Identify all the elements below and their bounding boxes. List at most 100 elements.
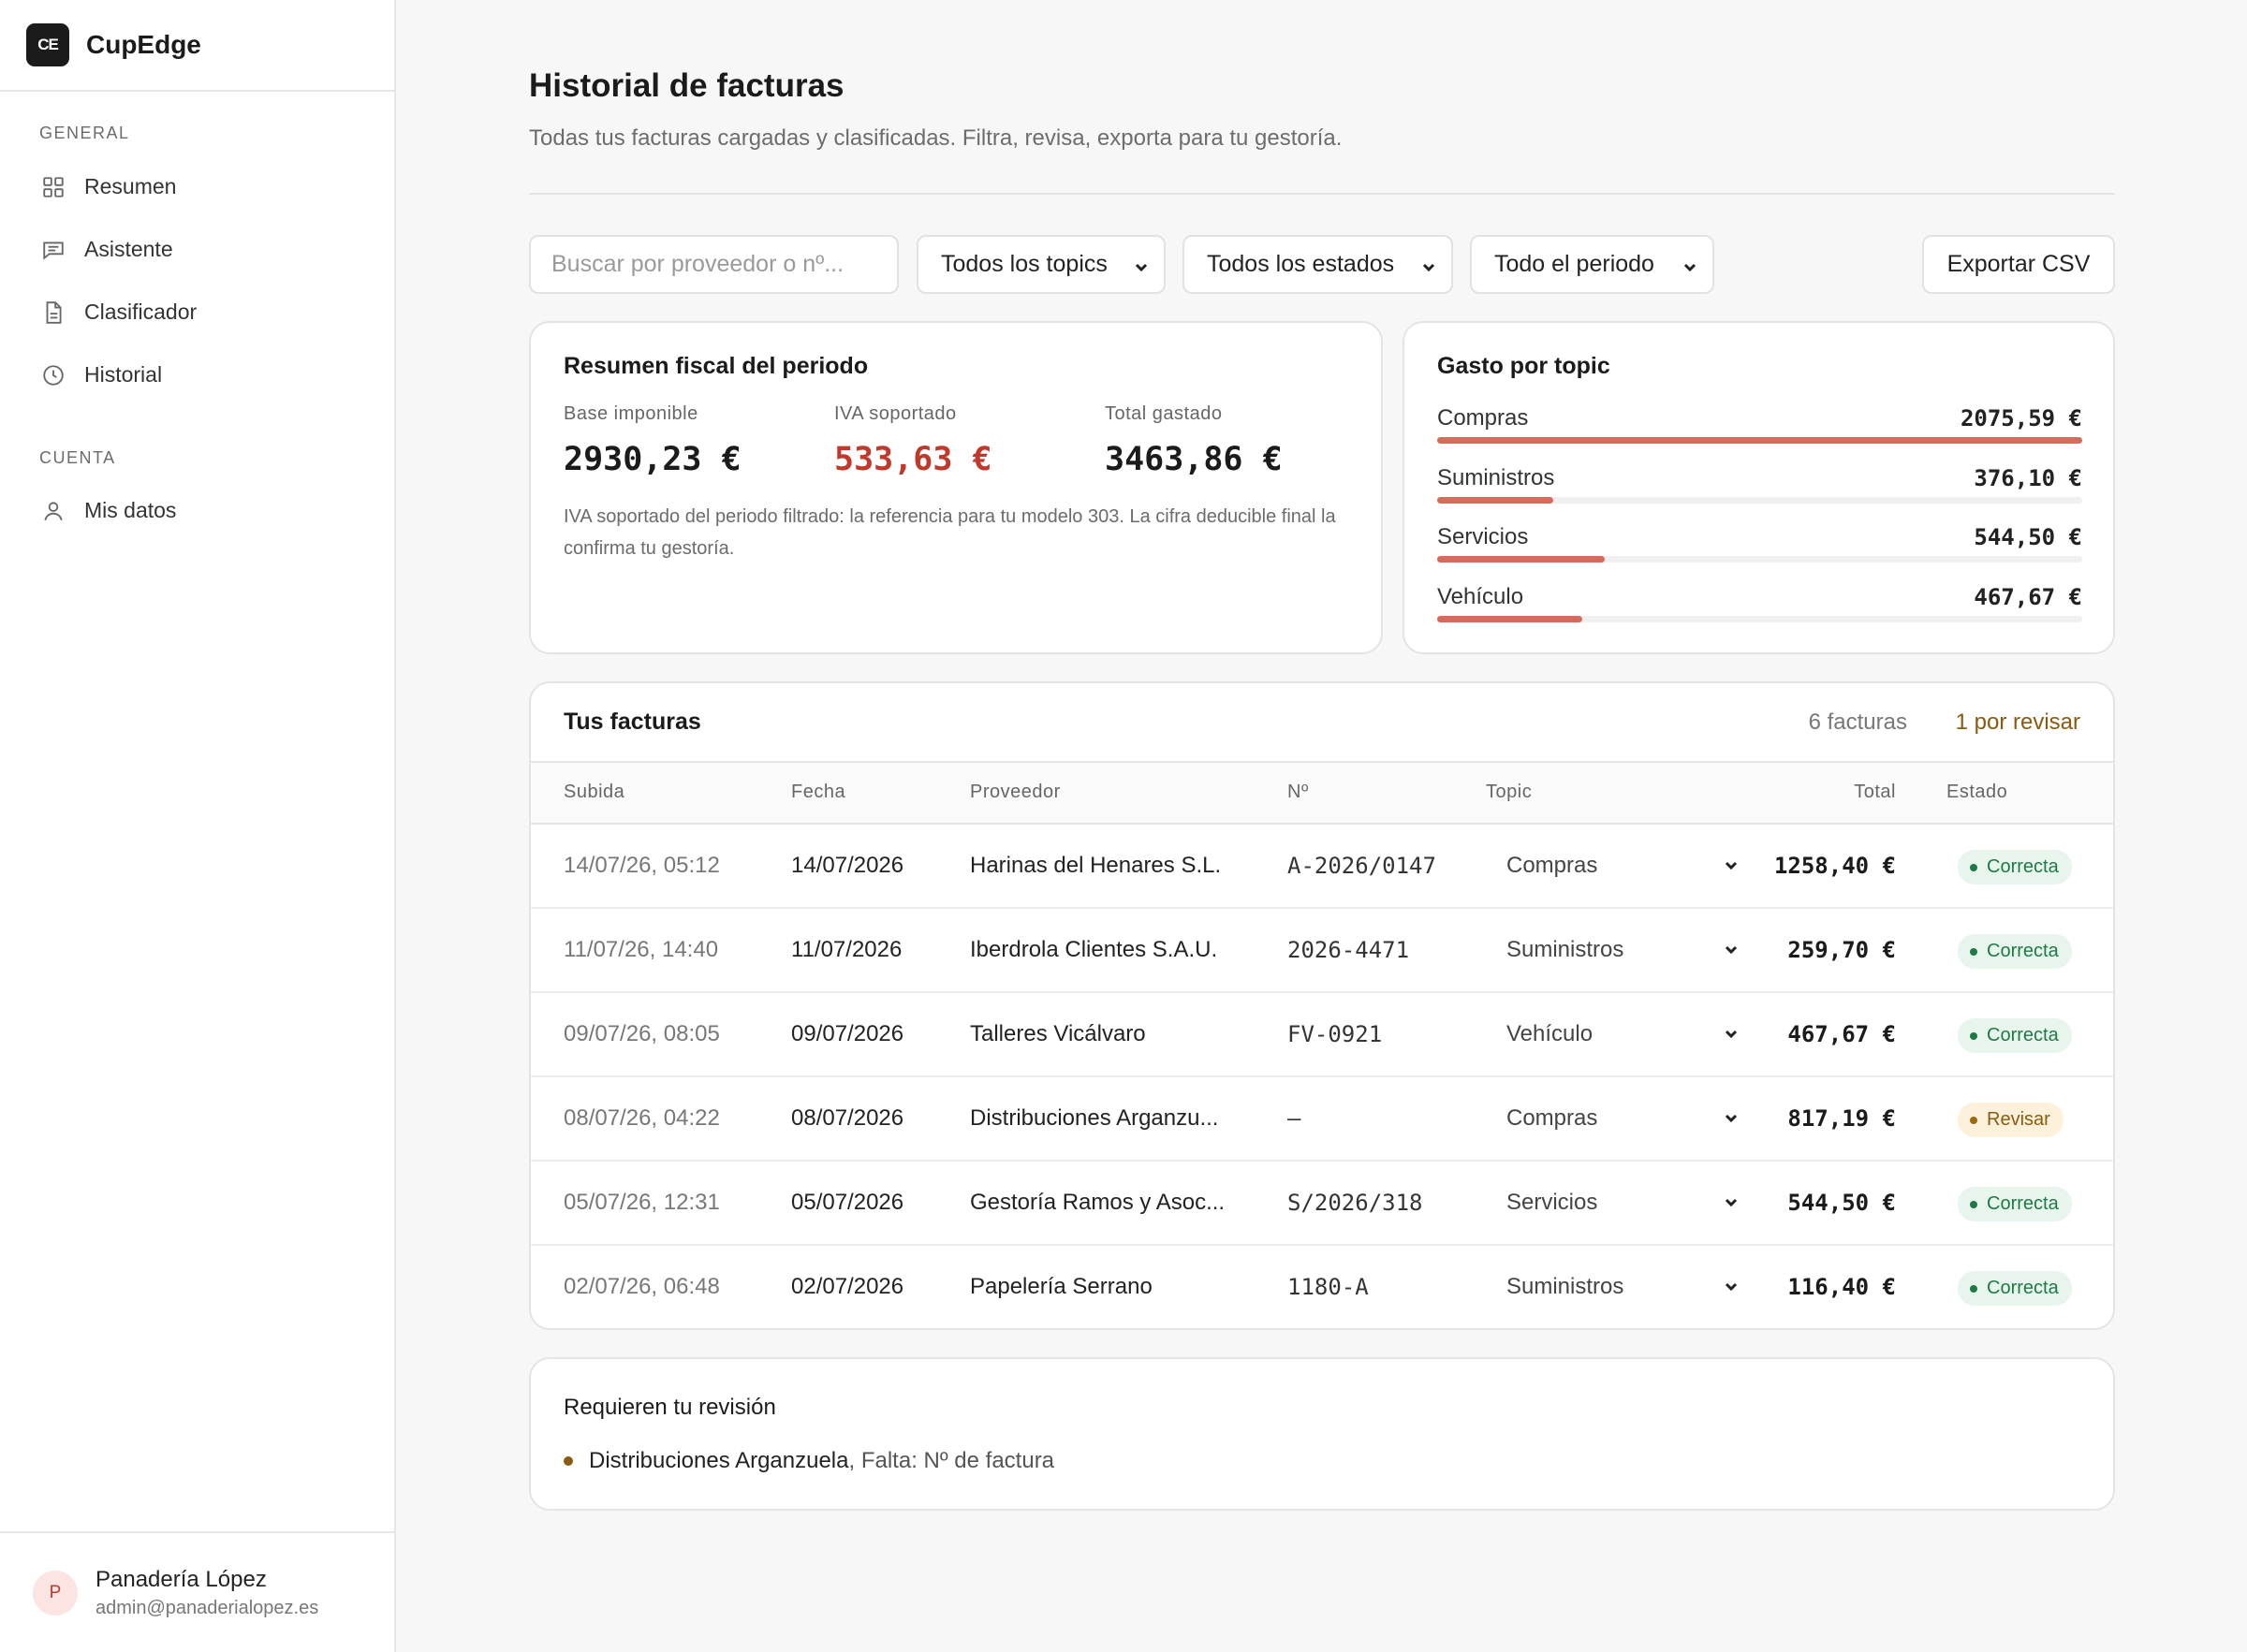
sidebar-item-label: Asistente	[84, 237, 173, 261]
topic-filter-value: Todos los topics	[941, 251, 1108, 277]
column-header-topic[interactable]: Topic	[1486, 782, 1532, 803]
chevron-down-icon	[1681, 256, 1699, 283]
table-row[interactable]: 08/07/26, 04:22 08/07/2026 Distribuciones …	[531, 1077, 2113, 1162]
topic-bar-fill	[1437, 556, 1606, 563]
column-header-subida[interactable]: Subida	[564, 782, 624, 803]
topic-select-value: Servicios	[1506, 1190, 1598, 1215]
page-title: Historial de facturas	[529, 67, 844, 104]
topic-select[interactable]: Vehículo	[1506, 1021, 1740, 1047]
table-row[interactable]: 11/07/26, 14:40 11/07/2026 Iberdrola Clien…	[531, 909, 2113, 993]
topic-bar-track	[1437, 616, 2082, 622]
cell-uploaded: 02/07/26, 06:48	[564, 1274, 720, 1299]
chevron-down-icon	[1722, 1023, 1740, 1049]
period-filter-select[interactable]: Todo el periodo	[1470, 235, 1714, 294]
cell-invoice-number: 1180-A	[1287, 1274, 1369, 1300]
topic-select[interactable]: Servicios	[1506, 1190, 1740, 1216]
sidebar-item-asistente[interactable]: Asistente	[0, 218, 394, 281]
cell-uploaded: 09/07/26, 08:05	[564, 1021, 720, 1046]
sidebar-item-clasificador[interactable]: Clasificador	[0, 281, 394, 344]
column-header-proveedor[interactable]: Proveedor	[970, 782, 1061, 803]
column-header-fecha[interactable]: Fecha	[791, 782, 845, 803]
topic-select[interactable]: Compras	[1506, 1105, 1740, 1132]
status-label: Correcta	[1987, 941, 2059, 961]
spend-by-topic-card: Gasto por topic Compras 2075,59 € Sumini…	[1403, 321, 2115, 654]
table-header: Subida Fecha Proveedor Nº Topic Total Es…	[531, 763, 2113, 825]
review-list-item[interactable]: Distribuciones Arganzuela , Falta: Nº de…	[564, 1448, 1054, 1474]
invoices-table-card: Tus facturas 6 facturas 1 por revisar Su…	[529, 681, 2115, 1330]
cell-total: 467,67 €	[1787, 1021, 1896, 1047]
review-supplier: Distribuciones Arganzuela	[589, 1448, 849, 1473]
topic-value: 467,67 €	[1974, 584, 2082, 610]
state-filter-select[interactable]: Todos los estados	[1182, 235, 1453, 294]
divider	[529, 193, 2115, 195]
status-label: Correcta	[1987, 1025, 2059, 1045]
sidebar-item-label: Clasificador	[84, 300, 198, 324]
user-email: admin@panaderialopez.es	[95, 1597, 319, 1618]
status-dot	[1970, 863, 1977, 871]
topic-bar-track	[1437, 497, 2082, 504]
status-dot	[1970, 947, 1977, 956]
stat-iva: IVA soportado 533,63 €	[834, 403, 992, 478]
search-input[interactable]: Buscar por proveedor o nº...	[529, 235, 899, 294]
topic-select-value: Suministros	[1506, 1274, 1624, 1299]
topic-row: Suministros 376,10 €	[1437, 465, 2082, 504]
review-required-card: Requieren tu revisión Distribuciones Arg…	[529, 1357, 2115, 1511]
topic-filter-select[interactable]: Todos los topics	[917, 235, 1166, 294]
cell-uploaded: 05/07/26, 12:31	[564, 1190, 720, 1215]
status-badge: Correcta	[1958, 850, 2072, 884]
cell-total: 1258,40 €	[1773, 853, 1896, 879]
status-dot	[1970, 1031, 1977, 1040]
user-icon	[41, 499, 66, 523]
column-header-estado[interactable]: Estado	[1946, 782, 2007, 803]
column-header-total[interactable]: Total	[1854, 782, 1896, 803]
cell-supplier: Harinas del Henares S.L.	[970, 853, 1222, 878]
column-header-numero[interactable]: Nº	[1287, 782, 1309, 803]
user-profile[interactable]: P Panadería López admin@panaderialopez.e…	[0, 1531, 394, 1652]
cell-invoice-number: 2026-4471	[1287, 937, 1410, 963]
cell-invoice-number: FV-0921	[1287, 1021, 1383, 1047]
topic-select-value: Compras	[1506, 853, 1598, 878]
status-dot	[1970, 1116, 1977, 1124]
cell-total: 817,19 €	[1787, 1105, 1896, 1132]
main-content: Historial de facturas Todas tus facturas…	[396, 0, 2247, 1652]
sidebar-item-resumen[interactable]: Resumen	[0, 155, 394, 218]
table-row[interactable]: 05/07/26, 12:31 05/07/2026 Gestoría Ramos …	[531, 1162, 2113, 1246]
status-dot	[1970, 1284, 1977, 1293]
spend-by-topic-title: Gasto por topic	[1437, 353, 1610, 379]
cell-supplier: Talleres Vicálvaro	[970, 1021, 1146, 1046]
table-row[interactable]: 14/07/26, 05:12 14/07/2026 Harinas del Hen…	[531, 825, 2113, 909]
status-badge: Correcta	[1958, 1271, 2072, 1306]
brand-name: CupEdge	[86, 30, 201, 59]
sidebar-item-label: Mis datos	[84, 498, 177, 522]
topic-value: 2075,59 €	[1960, 405, 2082, 431]
chevron-down-icon	[1722, 855, 1740, 881]
sidebar-item-mis-datos[interactable]: Mis datos	[0, 479, 394, 542]
topic-select[interactable]: Suministros	[1506, 937, 1740, 963]
state-filter-value: Todos los estados	[1207, 251, 1395, 277]
topic-select[interactable]: Suministros	[1506, 1274, 1740, 1300]
status-label: Correcta	[1987, 856, 2059, 877]
topic-value: 376,10 €	[1974, 465, 2082, 491]
cell-date: 11/07/2026	[791, 937, 903, 962]
period-filter-value: Todo el periodo	[1494, 251, 1654, 277]
cell-supplier: Iberdrola Clientes S.A.U.	[970, 937, 1218, 962]
stat-base: Base imponible 2930,23 €	[564, 403, 742, 478]
cell-invoice-number: —	[1287, 1105, 1301, 1132]
status-badge: Revisar	[1958, 1103, 2063, 1137]
table-row[interactable]: 02/07/26, 06:48 02/07/2026 Papelería Serra…	[531, 1246, 2113, 1328]
topic-select[interactable]: Compras	[1506, 853, 1740, 879]
table-row[interactable]: 09/07/26, 08:05 09/07/2026 Talleres Vicálv…	[531, 993, 2113, 1077]
status-dot	[1970, 1200, 1977, 1208]
sidebar-item-historial[interactable]: Historial	[0, 344, 394, 406]
brand-logo: CE	[26, 23, 69, 66]
status-badge: Correcta	[1958, 1018, 2072, 1053]
fiscal-summary-title: Resumen fiscal del periodo	[564, 353, 869, 379]
brand[interactable]: CE CupEdge	[0, 0, 394, 92]
page-subtitle: Todas tus facturas cargadas y clasificad…	[529, 125, 1343, 151]
cell-total: 544,50 €	[1787, 1190, 1896, 1216]
stat-value: 533,63 €	[834, 441, 992, 478]
chevron-down-icon	[1722, 1107, 1740, 1133]
export-csv-button[interactable]: Exportar CSV	[1922, 235, 2115, 294]
pending-review-link[interactable]: 1 por revisar	[1956, 709, 2080, 736]
cell-date: 05/07/2026	[791, 1190, 904, 1215]
